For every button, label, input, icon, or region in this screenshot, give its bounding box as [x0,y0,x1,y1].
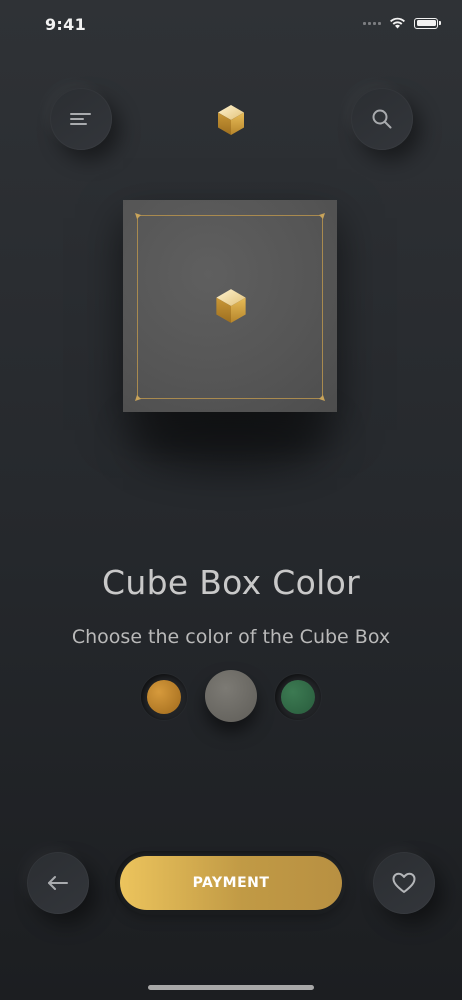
battery-icon [414,17,441,29]
color-option-gold[interactable] [141,674,187,720]
menu-icon [70,113,91,125]
back-button[interactable] [27,852,89,914]
status-time: 9:41 [45,15,86,34]
menu-button[interactable] [50,88,112,150]
corner-ornament-icon [319,213,325,219]
status-bar: 9:41 [0,0,462,50]
cellular-signal-icon [363,21,381,25]
wifi-icon [390,17,405,29]
color-option-gray[interactable] [205,670,257,722]
status-icons [363,17,441,29]
corner-ornament-icon [135,395,141,401]
product-subtitle: Choose the color of the Cube Box [71,626,391,648]
gold-swatch [147,680,181,714]
cube-box-image [123,200,337,412]
payment-button[interactable]: PAYMENT [120,856,342,910]
corner-ornament-icon [319,395,325,401]
color-option-green[interactable] [275,674,321,720]
product-title: Cube Box Color [102,563,360,602]
search-icon [372,109,392,129]
green-swatch [281,680,315,714]
cube-logo-icon [218,105,244,135]
favorite-button[interactable] [373,852,435,914]
search-button[interactable] [351,88,413,150]
cube-box-logo-icon [216,289,246,323]
heart-icon [392,872,416,893]
corner-ornament-icon [135,213,141,219]
box-shadow [130,410,330,470]
home-indicator[interactable] [148,985,314,990]
arrow-left-icon [48,876,68,890]
